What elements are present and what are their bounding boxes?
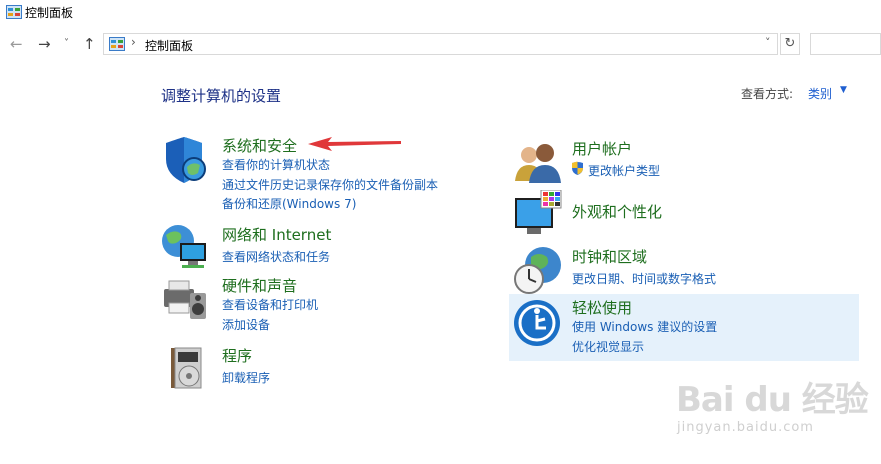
category-network-internet[interactable]: 网络和 Internet xyxy=(222,224,331,245)
category-clock-region[interactable]: 时钟和区域 xyxy=(572,246,647,267)
programs-disc-box-icon xyxy=(171,347,202,389)
address-chevron-down-icon[interactable]: ˅ xyxy=(765,36,771,49)
link-change-date-time-format[interactable]: 更改日期、时间或数字格式 xyxy=(572,270,716,287)
red-arrow-annotation-icon xyxy=(308,137,401,151)
ease-of-access-icon xyxy=(514,300,560,346)
forward-icon[interactable]: → xyxy=(38,34,51,54)
link-backup-restore-win7[interactable]: 备份和还原(Windows 7) xyxy=(222,195,356,212)
category-appearance-personalization[interactable]: 外观和个性化 xyxy=(572,201,662,222)
uac-shield-icon xyxy=(572,161,583,175)
shield-icon xyxy=(166,137,206,183)
category-hardware-sound[interactable]: 硬件和声音 xyxy=(222,275,297,296)
category-user-accounts[interactable]: 用户帐户 xyxy=(572,138,632,159)
baidu-watermark-url: jingyan.baidu.com xyxy=(677,420,814,435)
control-panel-icon xyxy=(109,37,125,51)
window-title: 控制面板 xyxy=(25,6,74,20)
page-title: 调整计算机的设置 xyxy=(161,87,282,105)
title-bar: 控制面板 xyxy=(0,0,881,28)
user-accounts-icon xyxy=(515,144,561,183)
link-windows-recommended-settings[interactable]: 使用 Windows 建议的设置 xyxy=(572,318,717,335)
clock-globe-icon xyxy=(514,247,561,294)
category-system-security[interactable]: 系统和安全 xyxy=(222,135,297,156)
breadcrumb-separator[interactable]: › xyxy=(131,35,136,49)
recent-locations-chevron-down-icon[interactable]: ˅ xyxy=(64,34,69,54)
breadcrumb-control-panel[interactable]: 控制面板 xyxy=(145,37,193,54)
view-by-label: 查看方式: xyxy=(741,87,794,101)
category-programs[interactable]: 程序 xyxy=(222,345,252,366)
view-by-dropdown[interactable]: 类别 xyxy=(808,85,832,102)
refresh-icon: ↻ xyxy=(784,36,796,51)
link-view-computer-status[interactable]: 查看你的计算机状态 xyxy=(222,156,330,173)
search-input[interactable] xyxy=(810,33,881,55)
link-file-history-backup[interactable]: 通过文件历史记录保存你的文件备份副本 xyxy=(222,176,438,193)
printer-speaker-icon xyxy=(164,280,206,319)
link-devices-printers[interactable]: 查看设备和打印机 xyxy=(222,296,318,313)
up-icon[interactable]: ↑ xyxy=(83,34,96,54)
baidu-watermark-logo: Bai du 经验 xyxy=(676,380,869,420)
view-by-caret-icon[interactable]: ▼ xyxy=(840,85,847,95)
appearance-monitor-icon xyxy=(515,190,562,234)
link-change-account-type[interactable]: 更改帐户类型 xyxy=(588,162,660,179)
back-icon[interactable]: ← xyxy=(10,34,23,54)
link-optimize-visual-display[interactable]: 优化视觉显示 xyxy=(572,338,644,355)
control-panel-icon xyxy=(6,5,22,19)
refresh-button[interactable]: ↻ xyxy=(780,33,800,55)
address-bar[interactable]: › 控制面板 ˅ xyxy=(103,33,778,55)
link-add-device[interactable]: 添加设备 xyxy=(222,316,270,333)
link-network-status-tasks[interactable]: 查看网络状态和任务 xyxy=(222,248,330,265)
category-ease-of-access[interactable]: 轻松使用 xyxy=(572,297,632,318)
link-uninstall-program[interactable]: 卸载程序 xyxy=(222,369,270,386)
network-globe-icon xyxy=(162,225,206,268)
